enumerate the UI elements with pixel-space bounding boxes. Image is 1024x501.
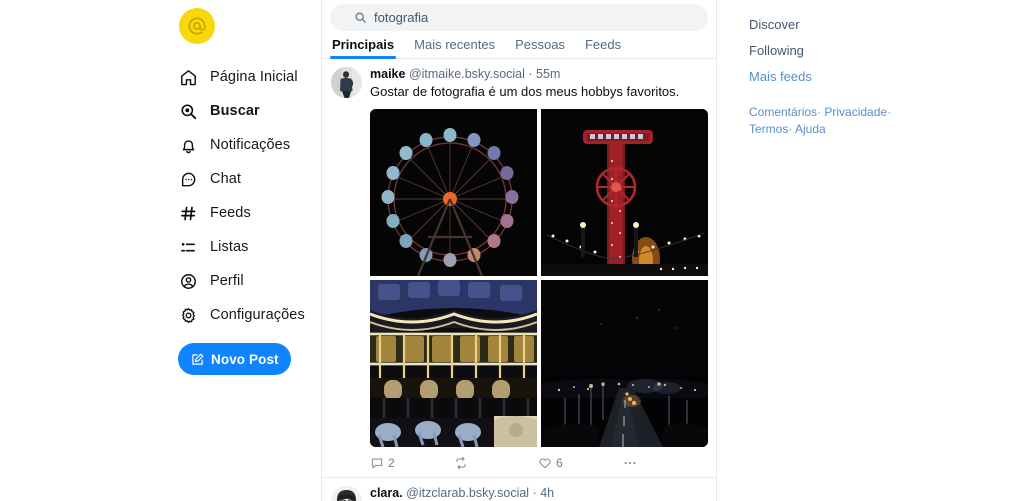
post-timestamp: 4h <box>540 486 555 500</box>
footer-separator: · <box>817 105 822 119</box>
repost-icon <box>454 456 468 470</box>
sidebar-item-label: Chat <box>210 171 242 187</box>
avatar-clara-image <box>331 486 362 501</box>
sidebar-item-listas[interactable]: Listas <box>178 230 321 264</box>
avatar-maike-image <box>331 67 362 98</box>
sidebar-item-label: Página Inicial <box>210 69 298 85</box>
drop-tower-ride-at-night-image <box>541 109 708 276</box>
like-button[interactable]: 6 <box>538 456 622 470</box>
post-meta: maike @itmaike.bsky.social · 55m <box>370 66 707 82</box>
sidebar-item-perfil[interactable]: Perfil <box>178 264 321 298</box>
reply-icon <box>370 456 384 470</box>
footer-separator: · <box>887 105 892 119</box>
tab-label: Feeds <box>584 37 622 52</box>
list-icon <box>178 237 199 258</box>
footer-links: Comentários· Privacidade· Termos· Ajuda <box>749 104 914 138</box>
at-sign-icon <box>188 17 206 35</box>
post-body: maike @itmaike.bsky.social · 55m Gostar … <box>370 66 708 477</box>
left-sidebar: Página Inicial Buscar Notificações Chat … <box>0 0 321 501</box>
tab-mais-recentes[interactable]: Mais recentes <box>414 37 495 58</box>
search-bar-container: fotografia <box>322 0 716 31</box>
bell-icon <box>178 135 199 156</box>
dark-road-at-night-image <box>541 280 708 447</box>
sidebar-item-chat[interactable]: Chat <box>178 162 321 196</box>
tab-label: Principais <box>332 37 395 52</box>
tab-label: Mais recentes <box>414 37 496 52</box>
post-image-3[interactable] <box>370 280 537 447</box>
tab-principais[interactable]: Principais <box>329 37 397 59</box>
post-image-1[interactable] <box>370 109 537 276</box>
post-image-2[interactable] <box>541 109 708 276</box>
avatar[interactable] <box>331 486 362 501</box>
sidebar-item-buscar[interactable]: Buscar <box>178 94 321 128</box>
new-post-button[interactable]: Novo Post <box>178 343 291 375</box>
post-author-name[interactable]: maike <box>370 67 405 81</box>
post-media-grid <box>370 109 708 447</box>
search-icon <box>178 101 199 122</box>
post-item[interactable]: maike @itmaike.bsky.social · 55m Gostar … <box>322 59 716 478</box>
search-result-tabs: Principais Mais recentes Pessoas Feeds <box>322 31 716 59</box>
post-image-4[interactable] <box>541 280 708 447</box>
center-feed-column: fotografia Principais Mais recentes Pess… <box>321 0 717 501</box>
avatar[interactable] <box>331 67 362 98</box>
brand-logo-avatar[interactable] <box>179 8 215 44</box>
sidebar-item-feeds[interactable]: Feeds <box>178 196 321 230</box>
post-item[interactable]: clara. @itzclarab.bsky.social · 4h ❗ Pro… <box>322 478 716 501</box>
post-meta: clara. @itzclarab.bsky.social · 4h <box>370 485 707 501</box>
post-action-bar: 2 6 <box>370 451 707 475</box>
sidebar-item-label: Configurações <box>210 307 305 323</box>
compose-icon <box>190 352 205 367</box>
sidebar-item-label: Perfil <box>210 273 244 289</box>
footer-link-comentarios[interactable]: Comentários <box>749 105 817 119</box>
post-author-handle[interactable]: @itzclarab.bsky.social <box>406 486 529 500</box>
app-root: Página Inicial Buscar Notificações Chat … <box>0 0 1024 501</box>
chat-bubble-icon <box>178 169 199 190</box>
post-timestamp: 55m <box>536 67 561 81</box>
sidebar-item-label: Listas <box>210 239 249 255</box>
right-sidebar-link-discover[interactable]: Discover <box>749 12 1024 38</box>
heart-icon <box>538 456 552 470</box>
sidebar-item-label: Notificações <box>210 137 291 153</box>
gear-icon <box>178 305 199 326</box>
right-sidebar: Discover Following Mais feeds Comentário… <box>717 0 1024 501</box>
sidebar-item-pagina-inicial[interactable]: Página Inicial <box>178 60 321 94</box>
person-circle-icon <box>178 271 199 292</box>
sidebar-item-label: Buscar <box>210 103 260 119</box>
ellipsis-icon <box>622 455 638 471</box>
ferris-wheel-at-night-image <box>370 109 537 276</box>
post-text: Gostar de fotografia é um dos meus hobby… <box>370 84 680 99</box>
sidebar-item-label: Feeds <box>210 205 251 221</box>
right-sidebar-link-mais-feeds[interactable]: Mais feeds <box>749 64 1024 90</box>
footer-separator: · <box>788 122 793 136</box>
post-meta-separator: · <box>532 486 537 500</box>
post-author-handle[interactable]: @itmaike.bsky.social <box>409 67 525 81</box>
home-icon <box>178 67 199 88</box>
post-meta-separator: · <box>528 67 533 81</box>
hashtag-icon <box>178 203 199 224</box>
tab-pessoas[interactable]: Pessoas <box>515 37 565 58</box>
new-post-button-label: Novo Post <box>211 351 279 367</box>
search-input[interactable]: fotografia <box>330 4 708 31</box>
search-icon <box>341 11 367 24</box>
reply-button[interactable]: 2 <box>370 456 454 470</box>
tab-label: Pessoas <box>515 37 565 52</box>
illuminated-carousel-at-night-image <box>370 280 537 447</box>
sidebar-item-configuracoes[interactable]: Configurações <box>178 298 321 332</box>
reply-count: 2 <box>388 456 395 470</box>
footer-link-termos[interactable]: Termos <box>749 122 788 136</box>
search-input-value: fotografia <box>374 10 429 25</box>
sidebar-item-notificacoes[interactable]: Notificações <box>178 128 321 162</box>
post-body: clara. @itzclarab.bsky.social · 4h ❗ Pro… <box>370 485 707 501</box>
right-sidebar-link-following[interactable]: Following <box>749 38 1024 64</box>
like-count: 6 <box>556 456 563 470</box>
footer-link-ajuda[interactable]: Ajuda <box>795 122 826 136</box>
tab-feeds[interactable]: Feeds <box>585 37 621 58</box>
post-author-name[interactable]: clara. <box>370 486 403 500</box>
repost-button[interactable] <box>454 456 538 470</box>
more-options-button[interactable] <box>622 455 638 471</box>
footer-link-privacidade[interactable]: Privacidade <box>824 105 887 119</box>
